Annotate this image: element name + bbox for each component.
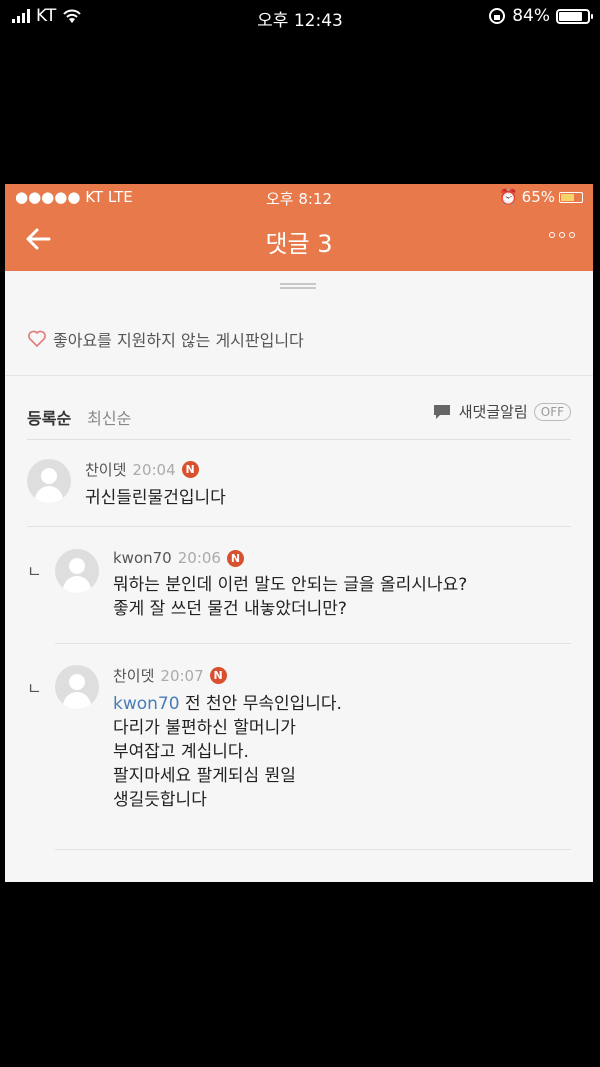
comment-text: 귀신들린물건입니다 (85, 486, 226, 510)
inner-battery-percent: 65% (521, 188, 555, 206)
mention-link[interactable]: kwon70 (113, 694, 180, 714)
comment-line: 부여잡고 계십니다. (113, 742, 249, 762)
sort-latest-tab[interactable]: 최신순 (87, 405, 131, 429)
divider (55, 643, 571, 644)
comment-line: 귀신들린물건입니다 (85, 488, 226, 508)
outer-battery-percent: 84% (512, 6, 550, 26)
comment-author[interactable]: 찬이뎃 (113, 665, 154, 686)
alert-toggle[interactable]: OFF (533, 402, 571, 421)
new-badge: N (226, 549, 244, 567)
alarm-icon: ⏰ (498, 188, 518, 206)
comment-line: 다리가 불편하신 할머니가 (113, 718, 296, 738)
reply-item: 찬이뎃 20:07 N kwon70 전 천안 무속인입니다. 다리가 불편하신… (55, 665, 342, 812)
comment-time: 20:07 (160, 666, 204, 685)
reply-mark: ㄴ (27, 679, 42, 698)
app-header: ●●●●● KT LTE 오후 8:12 ⏰ 65% 댓글 3 (5, 184, 593, 271)
comment-line: 좋게 잘 쓰던 물건 내놓았더니만? (113, 599, 347, 619)
reply-item: kwon70 20:06 N 뭐하는 분인데 이런 말도 안되는 글을 올리시나… (55, 549, 467, 621)
outer-status-bar: KT 오후 12:43 84% (0, 0, 600, 36)
rotation-lock-icon (489, 8, 506, 24)
comment-line: 생길듯합니다 (113, 790, 207, 810)
comment-line: 뭐하는 분인데 이런 말도 안되는 글을 올리시나요? (113, 575, 468, 595)
reply-mark: ㄴ (27, 562, 42, 581)
avatar[interactable] (55, 665, 99, 709)
comment-author[interactable]: 찬이뎃 (85, 459, 126, 480)
battery-icon (556, 8, 593, 24)
sort-register-tab[interactable]: 등록순 (27, 405, 71, 429)
avatar[interactable] (27, 459, 71, 503)
divider (27, 526, 571, 527)
divider (27, 439, 571, 440)
embedded-screenshot: ●●●●● KT LTE 오후 8:12 ⏰ 65% 댓글 3 좋아요를 지원하… (5, 184, 593, 882)
heart-icon (28, 330, 46, 348)
sort-tabs: 등록순 최신순 (27, 405, 131, 429)
divider (5, 375, 593, 376)
avatar[interactable] (55, 549, 99, 593)
speech-bubble-icon (433, 404, 450, 419)
comment-author[interactable]: kwon70 (113, 549, 172, 567)
notice-text: 좋아요를 지원하지 않는 게시판입니다 (53, 331, 304, 350)
more-options-icon[interactable] (549, 232, 575, 238)
like-notice: 좋아요를 지원하지 않는 게시판입니다 (27, 327, 304, 351)
new-badge: N (209, 667, 227, 684)
alert-label: 새댓글알림 (458, 403, 528, 421)
new-badge: N (181, 461, 199, 478)
comment-time: 20:04 (132, 460, 176, 479)
comment-line: 팔지마세요 팔게되심 뭔일 (113, 766, 296, 786)
comment-text: 뭐하는 분인데 이런 말도 안되는 글을 올리시나요? 좋게 잘 쓰던 물건 내… (113, 573, 467, 621)
divider (55, 849, 571, 850)
page-title: 댓글 3 (265, 230, 333, 258)
drag-handle[interactable] (280, 283, 316, 289)
comments-panel: 좋아요를 지원하지 않는 게시판입니다 등록순 최신순 새댓글알림 OFF 찬이… (5, 271, 593, 882)
inner-battery-icon (559, 191, 583, 203)
new-comment-alert[interactable]: 새댓글알림 OFF (431, 401, 571, 422)
comment-line: 전 천안 무속인입니다. (179, 694, 342, 714)
comment-time: 20:06 (177, 549, 221, 567)
comment-text: kwon70 전 천안 무속인입니다. 다리가 불편하신 할머니가 부여잡고 계… (113, 692, 342, 812)
inner-status-bar: ●●●●● KT LTE 오후 8:12 ⏰ 65% (5, 184, 593, 210)
comment-item: 찬이뎃 20:04 N 귀신들린물건입니다 (27, 459, 226, 510)
